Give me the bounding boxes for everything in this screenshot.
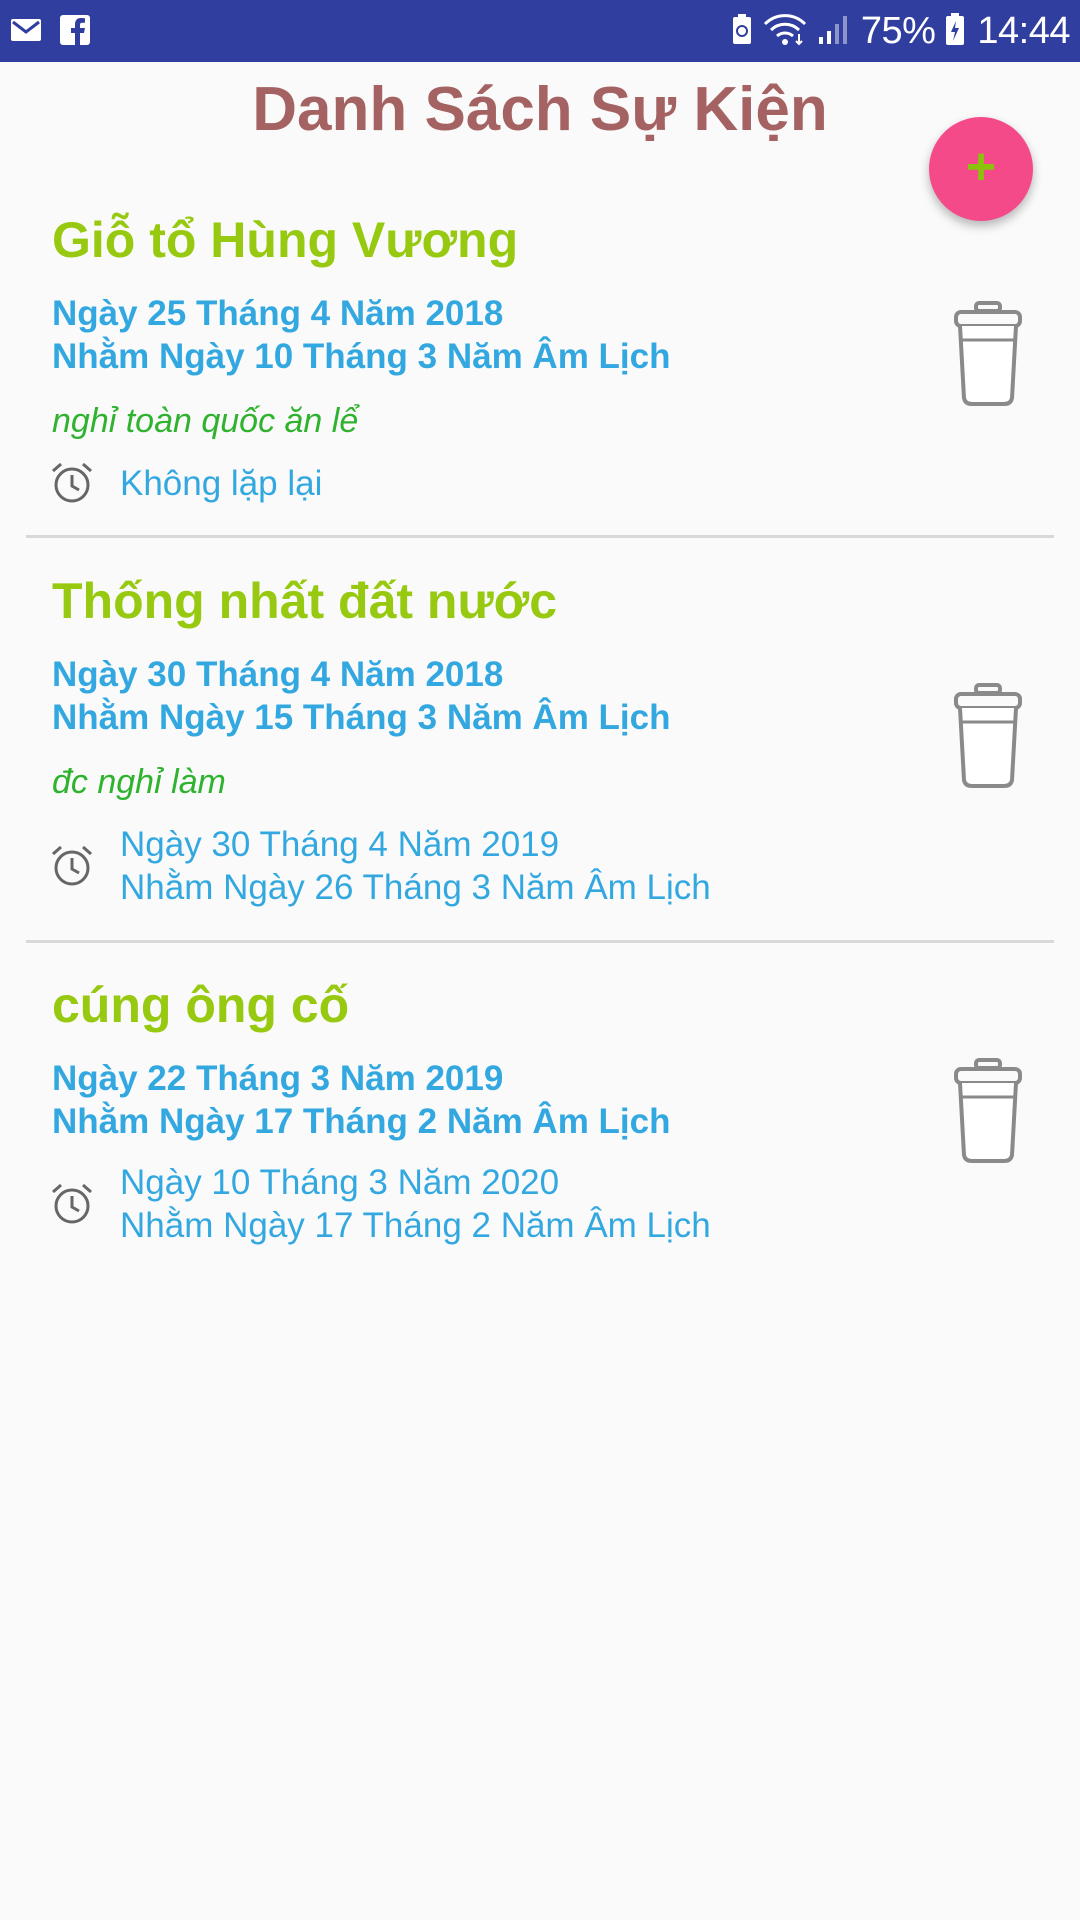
status-time: 14:44 [977,10,1070,52]
event-repeat: Ngày 30 Tháng 4 Năm 2019 [120,825,560,864]
event-repeat: Không lặp lại [120,464,323,503]
event-title: Thống nhất đất nước [52,573,558,629]
event-lunar-date: Nhằm Ngày 17 Tháng 2 Năm Âm Lịch [52,1102,671,1141]
event-note: nghỉ toàn quốc ăn lể [52,402,359,440]
status-bar: 75% 14:44 [0,0,1080,62]
event-lunar-date: Nhằm Ngày 15 Tháng 3 Năm Âm Lịch [52,698,671,737]
divider [26,940,1054,943]
page-title: Danh Sách Sự Kiện [252,75,828,144]
status-left [10,14,108,50]
status-right: 75% 14:44 [721,10,1070,52]
gmail-icon [10,18,42,47]
event-title: cúng ông cố [52,977,350,1033]
event-date: Ngày 30 Tháng 4 Năm 2018 [52,655,504,694]
event-repeat: Ngày 10 Tháng 3 Năm 2020 [120,1163,560,1202]
event-item[interactable]: Giỗ tổ Hùng Vương Ngày 25 Tháng 4 Năm 20… [26,200,1054,538]
signal-icon [817,13,849,50]
battery-percent: 75% [860,10,936,52]
event-item[interactable]: cúng ông cố Ngày 22 Tháng 3 Năm 2019 Nhằ… [26,965,1054,1265]
alarm-clock-icon [50,1182,94,1226]
event-title: Giỗ tổ Hùng Vương [52,212,519,268]
event-date: Ngày 22 Tháng 3 Năm 2019 [52,1059,504,1098]
event-note: đc nghỉ làm [52,763,226,801]
add-event-button[interactable]: + [929,117,1033,221]
alarm-clock-icon [50,844,94,888]
battery-saver-icon [731,13,753,50]
event-lunar-date: Nhằm Ngày 10 Tháng 3 Năm Âm Lịch [52,337,671,376]
wifi-icon [763,12,807,51]
battery-icon [945,12,965,51]
alarm-clock-icon [50,461,94,505]
delete-trash-icon[interactable] [946,300,1030,408]
event-item[interactable]: Thống nhất đất nước Ngày 30 Tháng 4 Năm … [26,561,1054,943]
delete-trash-icon[interactable] [946,682,1030,790]
event-repeat-lunar: Nhằm Ngày 26 Tháng 3 Năm Âm Lịch [120,868,711,907]
facebook-icon [60,14,90,50]
delete-trash-icon[interactable] [946,1057,1030,1165]
divider [26,535,1054,538]
event-repeat-lunar: Nhằm Ngày 17 Tháng 2 Năm Âm Lịch [120,1206,711,1245]
event-date: Ngày 25 Tháng 4 Năm 2018 [52,294,504,333]
plus-icon: + [965,138,997,196]
